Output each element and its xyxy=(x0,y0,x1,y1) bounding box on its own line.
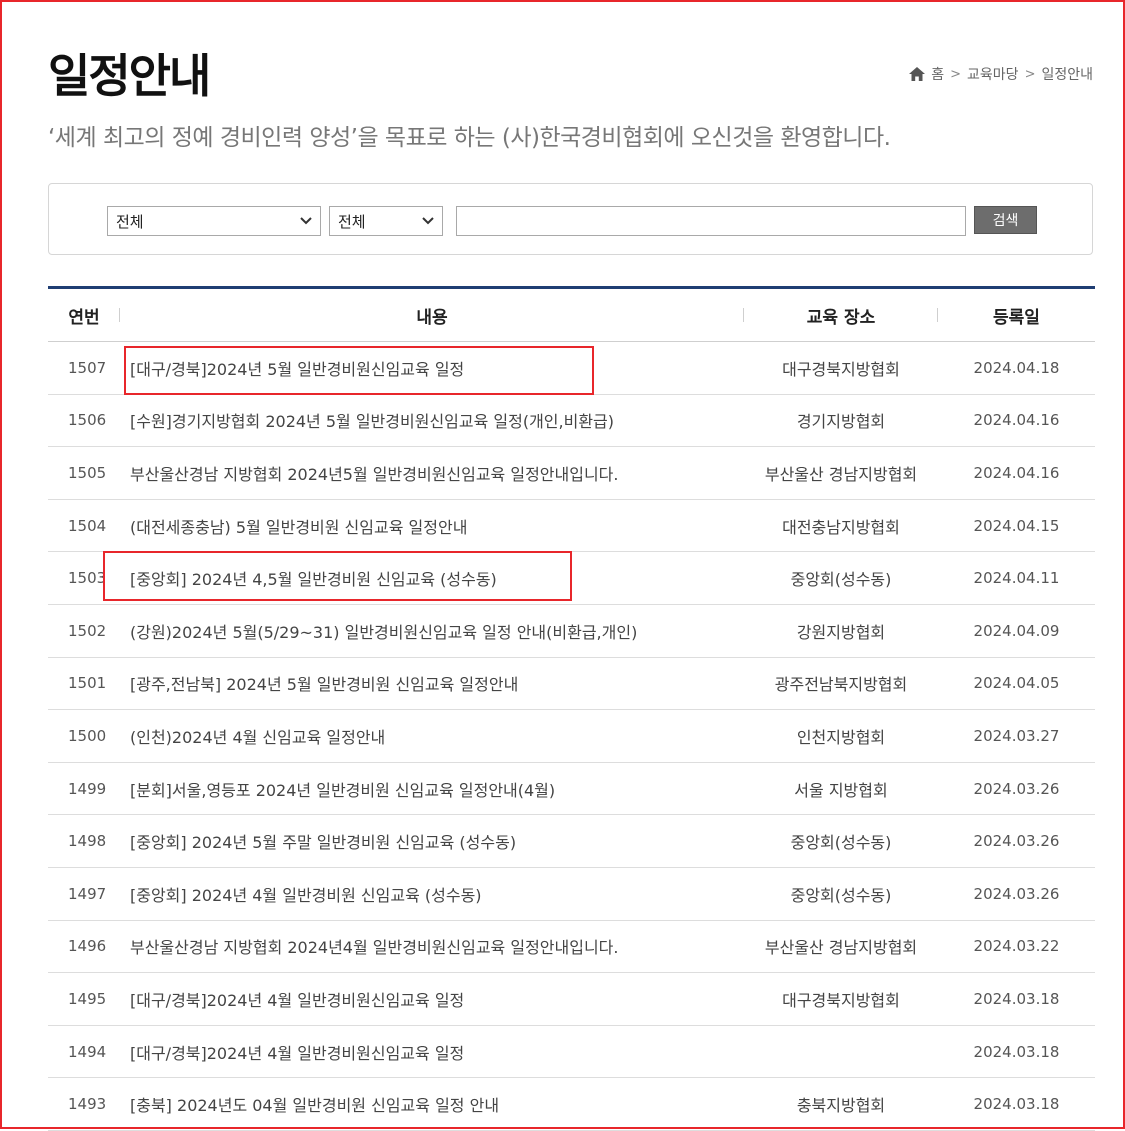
row-title-link[interactable]: [대구/경북]2024년 4월 일반경비원신임교육 일정 xyxy=(120,1040,744,1064)
row-number: 1495 xyxy=(68,989,107,1008)
row-number: 1506 xyxy=(68,411,107,430)
row-date: 2024.03.26 xyxy=(973,779,1060,798)
row-date: 2024.03.18 xyxy=(973,1095,1060,1114)
row-number: 1502 xyxy=(68,621,107,640)
search-button[interactable]: 검색 xyxy=(974,206,1037,234)
row-number: 1504 xyxy=(68,516,107,535)
row-date: 2024.04.11 xyxy=(973,569,1060,588)
row-date: 2024.03.22 xyxy=(973,937,1060,956)
chevron-down-icon xyxy=(422,217,434,225)
row-date: 2024.04.18 xyxy=(973,358,1060,377)
table-row[interactable]: 1499 [분회]서울,영등포 2024년 일반경비원 신임교육 일정안내(4월)… xyxy=(48,763,1095,816)
row-title-link[interactable]: (강원)2024년 5월(5/29~31) 일반경비원신임교육 일정 안내(비환… xyxy=(120,619,744,643)
row-number: 1498 xyxy=(68,832,107,851)
search-panel: 전체 전체 검색 xyxy=(48,183,1093,255)
header-place: 교육 장소 xyxy=(744,303,938,328)
page-title: 일정안내 xyxy=(48,49,211,103)
row-place: 중앙회(성수동) xyxy=(790,570,892,590)
row-date: 2024.04.05 xyxy=(973,674,1060,693)
row-date: 2024.03.18 xyxy=(973,989,1060,1008)
table-row[interactable]: 1506 [수원]경기지방협회 2024년 5월 일반경비원신임교육 일정(개인,… xyxy=(48,395,1095,448)
home-icon[interactable] xyxy=(909,67,926,81)
table-row[interactable]: 1502 (강원)2024년 5월(5/29~31) 일반경비원신임교육 일정 안… xyxy=(48,605,1095,658)
breadcrumb: 홈 > 교육마당 > 일정안내 xyxy=(909,64,1093,84)
table-row[interactable]: 1496 부산울산경남 지방협회 2024년4월 일반경비원신임교육 일정안내입니… xyxy=(48,921,1095,974)
row-title-link[interactable]: [분회]서울,영등포 2024년 일반경비원 신임교육 일정안내(4월) xyxy=(120,777,744,801)
row-title-link[interactable]: [대구/경북]2024년 4월 일반경비원신임교육 일정 xyxy=(120,987,744,1011)
row-place: 대전충남지방협회 xyxy=(782,517,900,537)
breadcrumb-current[interactable]: 일정안내 xyxy=(1041,64,1093,84)
table-row[interactable]: 1493 [충북] 2024년도 04월 일반경비원 신임교육 일정 안내 충북지방… xyxy=(48,1078,1095,1131)
row-number: 1507 xyxy=(68,358,107,377)
table-row[interactable]: 1494 [대구/경북]2024년 4월 일반경비원신임교육 일정 2024.03.… xyxy=(48,1026,1095,1079)
row-date: 2024.04.16 xyxy=(973,463,1060,482)
row-title-link[interactable]: [중앙회] 2024년 5월 주말 일반경비원 신임교육 (성수동) xyxy=(120,829,744,853)
table-header: 연번 내용 교육 장소 등록일 xyxy=(48,289,1095,342)
field-select[interactable]: 전체 xyxy=(329,206,443,236)
table-row[interactable]: 1498 [중앙회] 2024년 5월 주말 일반경비원 신임교육 (성수동) 중앙… xyxy=(48,815,1095,868)
row-title-link[interactable]: (인천)2024년 4월 신임교육 일정안내 xyxy=(120,724,744,748)
table-row[interactable]: 1505 부산울산경남 지방협회 2024년5월 일반경비원신임교육 일정안내입니… xyxy=(48,447,1095,500)
row-date: 2024.04.15 xyxy=(973,516,1060,535)
table-row[interactable]: 1504 (대전세종충남) 5월 일반경비원 신임교육 일정안내 대전충남지방협회 2… xyxy=(48,500,1095,553)
row-place: 경기지방협회 xyxy=(796,412,886,432)
highlight-box xyxy=(124,346,594,395)
chevron-right-icon: > xyxy=(950,66,962,82)
row-date: 2024.03.18 xyxy=(973,1042,1060,1061)
row-date: 2024.04.09 xyxy=(973,621,1060,640)
row-date: 2024.04.16 xyxy=(973,411,1060,430)
row-place: 중앙회(성수동) xyxy=(790,885,892,905)
row-place: 대구경북지방협회 xyxy=(782,359,900,379)
header-date: 등록일 xyxy=(993,307,1040,328)
table-body: 1507 [대구/경북]2024년 5월 일반경비원신임교육 일정 대구경북지방협회… xyxy=(48,342,1095,1131)
highlight-box xyxy=(103,551,572,601)
table-row[interactable]: 1501 [광주,전남북] 2024년 5월 일반경비원 신임교육 일정안내 광주전… xyxy=(48,658,1095,711)
row-date: 2024.03.26 xyxy=(973,884,1060,903)
row-title-link[interactable]: (대전세종충남) 5월 일반경비원 신임교육 일정안내 xyxy=(120,514,744,538)
row-number: 1505 xyxy=(68,463,107,482)
row-place: 인천지방협회 xyxy=(796,727,886,747)
row-title-link[interactable]: [충북] 2024년도 04월 일반경비원 신임교육 일정 안내 xyxy=(120,1092,744,1116)
row-place: 충북지방협회 xyxy=(796,1096,886,1116)
header-content: 내용 xyxy=(120,303,744,328)
row-title-link[interactable]: 부산울산경남 지방협회 2024년4월 일반경비원신임교육 일정안내입니다. xyxy=(120,934,744,958)
search-input[interactable] xyxy=(456,206,966,236)
row-title-link[interactable]: [중앙회] 2024년 4월 일반경비원 신임교육 (성수동) xyxy=(120,882,744,906)
schedule-table: 연번 내용 교육 장소 등록일 1507 [대구/경북]2024년 5월 일반경비… xyxy=(48,286,1095,1131)
row-title-link[interactable]: [수원]경기지방협회 2024년 5월 일반경비원신임교육 일정(개인,비환급) xyxy=(120,408,744,432)
chevron-down-icon xyxy=(300,217,312,225)
row-number: 1499 xyxy=(68,779,107,798)
table-row[interactable]: 1500 (인천)2024년 4월 신임교육 일정안내 인천지방협회 2024.03.… xyxy=(48,710,1095,763)
breadcrumb-home[interactable]: 홈 xyxy=(931,64,944,84)
row-place: 부산울산 경남지방협회 xyxy=(764,464,918,484)
row-place: 중앙회(성수동) xyxy=(790,833,892,853)
row-place: 부산울산 경남지방협회 xyxy=(764,938,918,958)
category-select[interactable]: 전체 xyxy=(107,206,321,236)
row-place: 광주전남북지방협회 xyxy=(774,675,908,695)
row-place: 서울 지방협회 xyxy=(794,780,888,800)
row-title-link[interactable]: [광주,전남북] 2024년 5월 일반경비원 신임교육 일정안내 xyxy=(120,671,744,695)
row-date: 2024.03.26 xyxy=(973,832,1060,851)
row-date: 2024.03.27 xyxy=(973,726,1060,745)
row-number: 1501 xyxy=(68,674,107,693)
row-number: 1497 xyxy=(68,884,107,903)
row-place: 강원지방협회 xyxy=(796,622,886,642)
row-number: 1500 xyxy=(68,726,107,745)
row-number: 1494 xyxy=(68,1042,107,1061)
row-number: 1493 xyxy=(68,1095,107,1114)
chevron-right-icon: > xyxy=(1024,66,1036,82)
table-row[interactable]: 1497 [중앙회] 2024년 4월 일반경비원 신임교육 (성수동) 중앙회(성… xyxy=(48,868,1095,921)
row-title-link[interactable]: 부산울산경남 지방협회 2024년5월 일반경비원신임교육 일정안내입니다. xyxy=(120,461,744,485)
row-place: 대구경북지방협회 xyxy=(782,990,900,1010)
field-select-value: 전체 xyxy=(338,212,366,231)
row-number: 1496 xyxy=(68,937,107,956)
page-subtitle: ‘세계 최고의 정예 경비인력 양성’을 목표로 하는 (사)한국경비협회에 오… xyxy=(48,125,891,151)
breadcrumb-education[interactable]: 교육마당 xyxy=(967,64,1019,84)
header-number: 연번 xyxy=(48,303,120,328)
table-row[interactable]: 1495 [대구/경북]2024년 4월 일반경비원신임교육 일정 대구경북지방협회… xyxy=(48,973,1095,1026)
category-select-value: 전체 xyxy=(116,212,144,231)
